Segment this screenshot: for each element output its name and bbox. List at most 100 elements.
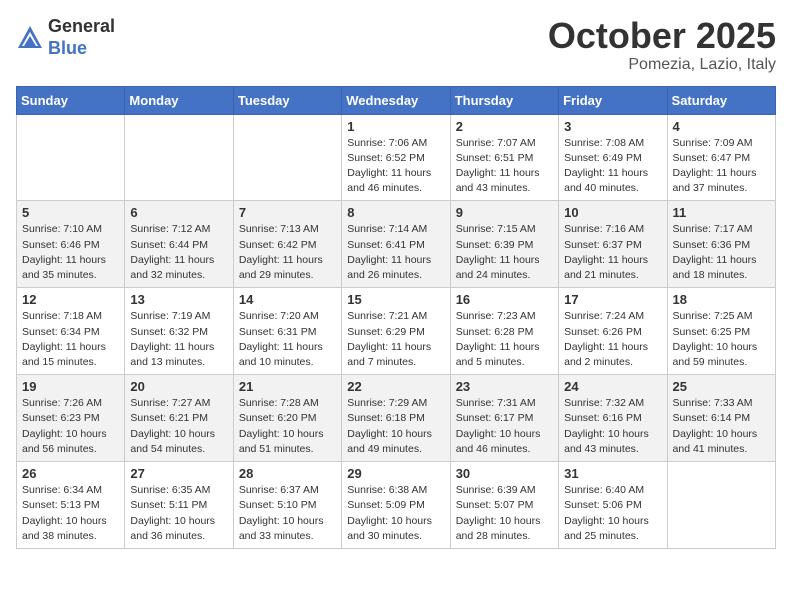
- day-info: Sunrise: 6:39 AMSunset: 5:07 PMDaylight:…: [456, 483, 553, 544]
- calendar-cell: 11 Sunrise: 7:17 AMSunset: 6:36 PMDayligh…: [667, 201, 775, 288]
- day-number: 25: [673, 379, 770, 394]
- day-number: 30: [456, 466, 553, 481]
- day-number: 14: [239, 292, 336, 307]
- calendar-cell: [17, 114, 125, 201]
- calendar-cell: [233, 114, 341, 201]
- calendar-table: SundayMondayTuesdayWednesdayThursdayFrid…: [16, 86, 776, 549]
- day-info: Sunrise: 6:40 AMSunset: 5:06 PMDaylight:…: [564, 483, 661, 544]
- day-info: Sunrise: 7:21 AMSunset: 6:29 PMDaylight:…: [347, 309, 444, 370]
- calendar-cell: 12 Sunrise: 7:18 AMSunset: 6:34 PMDayligh…: [17, 288, 125, 375]
- day-number: 28: [239, 466, 336, 481]
- day-info: Sunrise: 7:20 AMSunset: 6:31 PMDaylight:…: [239, 309, 336, 370]
- calendar-cell: 14 Sunrise: 7:20 AMSunset: 6:31 PMDayligh…: [233, 288, 341, 375]
- calendar-cell: 15 Sunrise: 7:21 AMSunset: 6:29 PMDayligh…: [342, 288, 450, 375]
- page-header: General Blue October 2025 Pomezia, Lazio…: [16, 16, 776, 74]
- calendar-cell: 21Sunrise: 7:28 AMSunset: 6:20 PMDayligh…: [233, 375, 341, 462]
- weekday-header: Friday: [559, 86, 667, 114]
- calendar-cell: 3 Sunrise: 7:08 AMSunset: 6:49 PMDaylight…: [559, 114, 667, 201]
- day-number: 11: [673, 205, 770, 220]
- day-number: 12: [22, 292, 119, 307]
- day-number: 19: [22, 379, 119, 394]
- calendar-cell: 6Sunrise: 7:12 AMSunset: 6:44 PMDaylight…: [125, 201, 233, 288]
- day-number: 15: [347, 292, 444, 307]
- calendar-cell: [667, 462, 775, 549]
- calendar-cell: [125, 114, 233, 201]
- day-info: Sunrise: 7:07 AMSunset: 6:51 PMDaylight:…: [456, 136, 553, 197]
- day-info: Sunrise: 7:33 AMSunset: 6:14 PMDaylight:…: [673, 396, 770, 457]
- weekday-header: Monday: [125, 86, 233, 114]
- calendar-cell: 31 Sunrise: 6:40 AMSunset: 5:06 PMDayligh…: [559, 462, 667, 549]
- day-info: Sunrise: 7:13 AMSunset: 6:42 PMDaylight:…: [239, 222, 336, 283]
- calendar-cell: 28Sunrise: 6:37 AMSunset: 5:10 PMDayligh…: [233, 462, 341, 549]
- month-title: October 2025: [548, 16, 776, 56]
- calendar-cell: 30 Sunrise: 6:39 AMSunset: 5:07 PMDayligh…: [450, 462, 558, 549]
- calendar-cell: 1 Sunrise: 7:06 AMSunset: 6:52 PMDaylight…: [342, 114, 450, 201]
- logo-general-text: General: [48, 16, 115, 36]
- day-number: 23: [456, 379, 553, 394]
- day-number: 31: [564, 466, 661, 481]
- calendar-cell: 26 Sunrise: 6:34 AMSunset: 5:13 PMDayligh…: [17, 462, 125, 549]
- day-number: 7: [239, 205, 336, 220]
- day-number: 13: [130, 292, 227, 307]
- calendar-cell: 18 Sunrise: 7:25 AMSunset: 6:25 PMDayligh…: [667, 288, 775, 375]
- calendar-cell: 29 Sunrise: 6:38 AMSunset: 5:09 PMDayligh…: [342, 462, 450, 549]
- weekday-header: Wednesday: [342, 86, 450, 114]
- day-number: 29: [347, 466, 444, 481]
- day-info: Sunrise: 6:34 AMSunset: 5:13 PMDaylight:…: [22, 483, 119, 544]
- day-info: Sunrise: 7:23 AMSunset: 6:28 PMDaylight:…: [456, 309, 553, 370]
- weekday-header: Thursday: [450, 86, 558, 114]
- calendar-cell: 9Sunrise: 7:15 AMSunset: 6:39 PMDaylight…: [450, 201, 558, 288]
- calendar-week-row: 5Sunrise: 7:10 AMSunset: 6:46 PMDaylight…: [17, 201, 776, 288]
- calendar-cell: 10Sunrise: 7:16 AMSunset: 6:37 PMDayligh…: [559, 201, 667, 288]
- day-info: Sunrise: 6:38 AMSunset: 5:09 PMDaylight:…: [347, 483, 444, 544]
- logo-blue-text: Blue: [48, 38, 87, 58]
- day-number: 6: [130, 205, 227, 220]
- location-subtitle: Pomezia, Lazio, Italy: [548, 56, 776, 74]
- calendar-cell: 20 Sunrise: 7:27 AMSunset: 6:21 PMDayligh…: [125, 375, 233, 462]
- day-number: 21: [239, 379, 336, 394]
- title-block: October 2025 Pomezia, Lazio, Italy: [548, 16, 776, 74]
- calendar-cell: 22Sunrise: 7:29 AMSunset: 6:18 PMDayligh…: [342, 375, 450, 462]
- day-info: Sunrise: 7:26 AMSunset: 6:23 PMDaylight:…: [22, 396, 119, 457]
- day-number: 26: [22, 466, 119, 481]
- day-number: 16: [456, 292, 553, 307]
- calendar-cell: 2 Sunrise: 7:07 AMSunset: 6:51 PMDaylight…: [450, 114, 558, 201]
- calendar-header-row: SundayMondayTuesdayWednesdayThursdayFrid…: [17, 86, 776, 114]
- day-number: 17: [564, 292, 661, 307]
- day-number: 27: [130, 466, 227, 481]
- day-number: 2: [456, 119, 553, 134]
- day-info: Sunrise: 7:27 AMSunset: 6:21 PMDaylight:…: [130, 396, 227, 457]
- calendar-cell: 17 Sunrise: 7:24 AMSunset: 6:26 PMDayligh…: [559, 288, 667, 375]
- day-info: Sunrise: 7:14 AMSunset: 6:41 PMDaylight:…: [347, 222, 444, 283]
- day-info: Sunrise: 7:06 AMSunset: 6:52 PMDaylight:…: [347, 136, 444, 197]
- calendar-week-row: 19 Sunrise: 7:26 AMSunset: 6:23 PMDayligh…: [17, 375, 776, 462]
- day-number: 3: [564, 119, 661, 134]
- day-number: 9: [456, 205, 553, 220]
- weekday-header: Tuesday: [233, 86, 341, 114]
- calendar-cell: 19 Sunrise: 7:26 AMSunset: 6:23 PMDayligh…: [17, 375, 125, 462]
- day-number: 1: [347, 119, 444, 134]
- calendar-cell: 4Sunrise: 7:09 AMSunset: 6:47 PMDaylight…: [667, 114, 775, 201]
- day-info: Sunrise: 7:29 AMSunset: 6:18 PMDaylight:…: [347, 396, 444, 457]
- day-info: Sunrise: 7:25 AMSunset: 6:25 PMDaylight:…: [673, 309, 770, 370]
- day-number: 18: [673, 292, 770, 307]
- day-info: Sunrise: 7:16 AMSunset: 6:37 PMDaylight:…: [564, 222, 661, 283]
- calendar-week-row: 26 Sunrise: 6:34 AMSunset: 5:13 PMDayligh…: [17, 462, 776, 549]
- calendar-cell: 23Sunrise: 7:31 AMSunset: 6:17 PMDayligh…: [450, 375, 558, 462]
- day-number: 4: [673, 119, 770, 134]
- day-number: 24: [564, 379, 661, 394]
- calendar-cell: 7 Sunrise: 7:13 AMSunset: 6:42 PMDaylight…: [233, 201, 341, 288]
- day-number: 8: [347, 205, 444, 220]
- calendar-week-row: 12 Sunrise: 7:18 AMSunset: 6:34 PMDayligh…: [17, 288, 776, 375]
- day-info: Sunrise: 7:18 AMSunset: 6:34 PMDaylight:…: [22, 309, 119, 370]
- calendar-cell: 8 Sunrise: 7:14 AMSunset: 6:41 PMDaylight…: [342, 201, 450, 288]
- weekday-header: Saturday: [667, 86, 775, 114]
- day-info: Sunrise: 7:17 AMSunset: 6:36 PMDaylight:…: [673, 222, 770, 283]
- day-info: Sunrise: 7:08 AMSunset: 6:49 PMDaylight:…: [564, 136, 661, 197]
- calendar-week-row: 1 Sunrise: 7:06 AMSunset: 6:52 PMDaylight…: [17, 114, 776, 201]
- day-number: 20: [130, 379, 227, 394]
- calendar-cell: 24Sunrise: 7:32 AMSunset: 6:16 PMDayligh…: [559, 375, 667, 462]
- calendar-cell: 16 Sunrise: 7:23 AMSunset: 6:28 PMDayligh…: [450, 288, 558, 375]
- calendar-cell: 27Sunrise: 6:35 AMSunset: 5:11 PMDayligh…: [125, 462, 233, 549]
- day-info: Sunrise: 7:24 AMSunset: 6:26 PMDaylight:…: [564, 309, 661, 370]
